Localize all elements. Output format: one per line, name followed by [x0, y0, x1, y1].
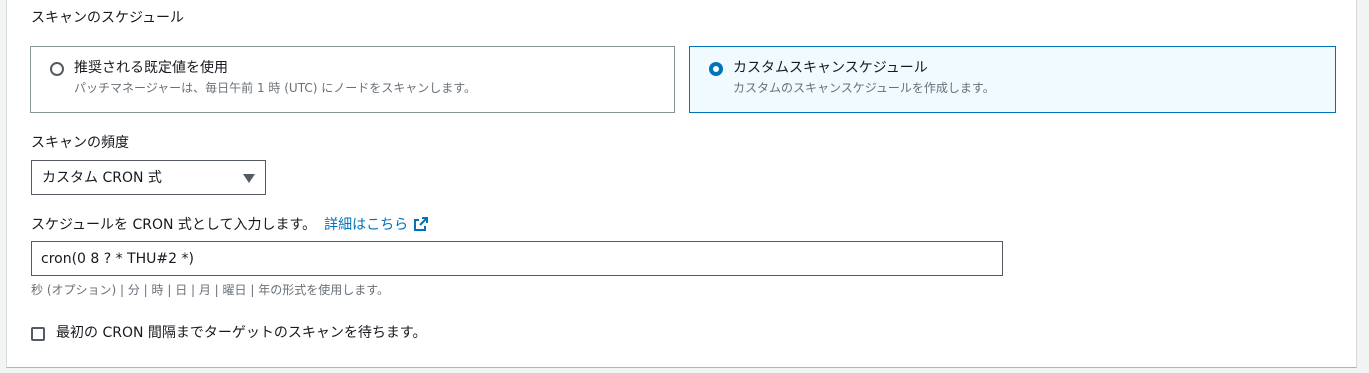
scan-schedule-label: スキャンのスケジュール: [31, 10, 185, 26]
cron-expression-input[interactable]: [31, 241, 1003, 276]
cron-expression-label: スケジュールを CRON 式として入力します。 詳細はこちら: [31, 215, 429, 238]
caret-down-icon: [243, 174, 255, 183]
wait-first-interval-checkbox[interactable]: [31, 327, 45, 341]
default-schedule-title: 推奨される既定値を使用: [74, 60, 228, 76]
custom-schedule-description: カスタムのスキャンスケジュールを作成します。: [733, 81, 995, 95]
default-schedule-tile[interactable]: 推奨される既定値を使用 パッチマネージャーは、毎日午前 1 時 (UTC) にノ…: [30, 46, 675, 113]
cron-format-hint: 秒 (オプション) | 分 | 時 | 日 | 月 | 曜日 | 年の形式を使用…: [31, 283, 390, 297]
cron-expression-label-text: スケジュールを CRON 式として入力します。: [31, 217, 317, 233]
scan-schedule-panel: スキャンのスケジュール 推奨される既定値を使用 パッチマネージャーは、毎日午前 …: [6, 0, 1357, 368]
scan-frequency-value: カスタム CRON 式: [42, 170, 162, 186]
wait-first-interval-label: 最初の CRON 間隔までターゲットのスキャンを待ちます。: [56, 325, 427, 341]
custom-schedule-radio[interactable]: [709, 62, 723, 76]
scan-frequency-select[interactable]: カスタム CRON 式: [31, 160, 266, 195]
custom-schedule-title: カスタムスキャンスケジュール: [733, 60, 928, 76]
learn-more-link[interactable]: 詳細はこちら: [324, 217, 408, 233]
default-schedule-radio[interactable]: [50, 62, 64, 76]
scan-frequency-label: スキャンの頻度: [31, 135, 129, 151]
external-link-icon[interactable]: [413, 216, 429, 238]
custom-schedule-tile[interactable]: カスタムスキャンスケジュール カスタムのスキャンスケジュールを作成します。: [689, 46, 1336, 113]
default-schedule-description: パッチマネージャーは、毎日午前 1 時 (UTC) にノードをスキャンします。: [74, 81, 477, 95]
